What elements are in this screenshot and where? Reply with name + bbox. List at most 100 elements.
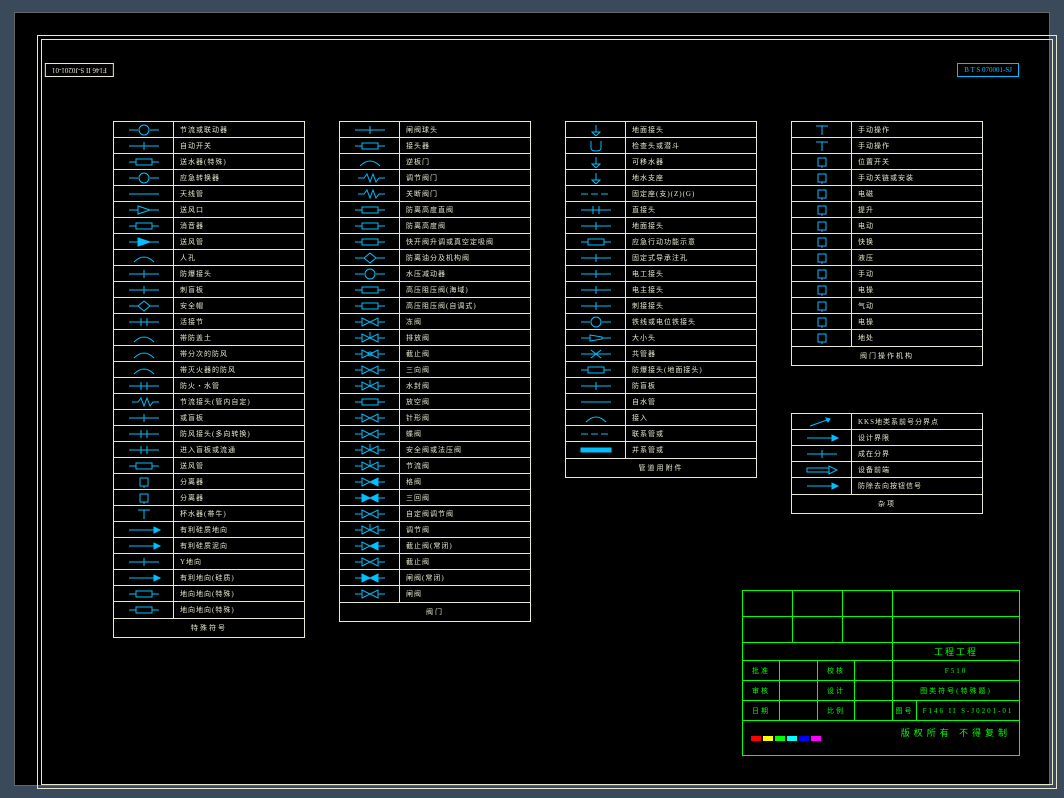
- symbol-icon: [566, 394, 626, 409]
- table-row: 调节阀: [340, 522, 530, 538]
- table3-title: 管道用附件: [566, 458, 756, 477]
- table-row: 活接节: [114, 314, 304, 330]
- symbol-icon: [566, 170, 626, 185]
- symbol-icon: [340, 490, 400, 505]
- symbol-icon: [114, 346, 174, 361]
- table-row: 防爆接头: [114, 266, 304, 282]
- symbol-icon: [792, 186, 852, 201]
- table-row: 送风口: [114, 202, 304, 218]
- symbol-label: 活接节: [174, 314, 304, 329]
- symbol-label: 防除去向按钮信号: [852, 478, 982, 494]
- table-row: 防离高度直阀: [340, 202, 530, 218]
- table-row: 闸阀球头: [340, 122, 530, 138]
- symbol-label: 刺盲板: [174, 282, 304, 297]
- symbol-icon: [792, 202, 852, 217]
- table-row: 电操: [792, 314, 982, 330]
- symbol-icon: [114, 490, 174, 505]
- table5-title: 杂项: [792, 494, 982, 513]
- symbol-label: KKS地类系前号分界点: [852, 414, 982, 429]
- symbol-icon: [114, 138, 174, 153]
- symbol-label: 分离器: [174, 490, 304, 505]
- symbol-label: 地处: [852, 330, 982, 346]
- symbol-label: 分离器: [174, 474, 304, 489]
- symbol-icon: [340, 218, 400, 233]
- table-row: 电主接头: [566, 282, 756, 298]
- table-row: 杯水器(帯牛): [114, 506, 304, 522]
- symbol-label: 快开阀升调或真空定吸阀: [400, 234, 530, 249]
- table-row: 固定座(支)(Z)(G): [566, 186, 756, 202]
- approve-label: 批准: [743, 661, 780, 680]
- symbol-label: 安全阀或法压阀: [400, 442, 530, 457]
- symbol-icon: [114, 570, 174, 585]
- symbol-label: 节流或联动器: [174, 122, 304, 137]
- table-row: 高压阻压阀(海域): [340, 282, 530, 298]
- table-row: 设备前端: [792, 462, 982, 478]
- symbol-icon: [114, 554, 174, 569]
- symbol-label: 有利硅质地向: [174, 522, 304, 537]
- symbol-label: 高压阻压阀(海域): [400, 282, 530, 297]
- table-row: 逆板门: [340, 154, 530, 170]
- symbol-icon: [340, 250, 400, 265]
- symbol-label: 防离高度直阀: [400, 202, 530, 217]
- symbol-icon: [340, 170, 400, 185]
- symbol-label: 电操: [852, 282, 982, 297]
- stamp-top-right: B T S 070001-SJ: [957, 63, 1019, 77]
- symbol-icon: [566, 426, 626, 441]
- table-row: 手动操作: [792, 138, 982, 154]
- symbol-label: 自定阀调节阀: [400, 506, 530, 521]
- symbol-icon: [792, 250, 852, 265]
- symbol-icon: [114, 442, 174, 457]
- symbol-icon: [340, 154, 400, 169]
- table-row: 设计界限: [792, 430, 982, 446]
- symbol-label: 地面接头: [626, 218, 756, 233]
- table-row: 电工接头: [566, 266, 756, 282]
- symbol-label: 电主接头: [626, 282, 756, 297]
- symbol-label: 闸阀球头: [400, 122, 530, 137]
- symbol-icon: [792, 298, 852, 313]
- symbol-label: 有利硅质泥向: [174, 538, 304, 553]
- symbol-icon: [566, 442, 626, 458]
- table-row: 调节阀门: [340, 170, 530, 186]
- symbol-icon: [566, 410, 626, 425]
- symbol-label: 应急转换器: [174, 170, 304, 185]
- symbol-icon: [340, 266, 400, 281]
- table-row: 蝶阀: [340, 426, 530, 442]
- symbol-label: 联系管或: [626, 426, 756, 441]
- symbol-label: 并系管或: [626, 442, 756, 458]
- symbol-label: 检查头或潜斗: [626, 138, 756, 153]
- table-misc: KKS地类系前号分界点设计界限成在分界设备前端防除去向按钮信号 杂项: [791, 413, 983, 514]
- symbol-label: 有利地向(硅质): [174, 570, 304, 585]
- symbol-label: 防离高度阀: [400, 218, 530, 233]
- table-row: 大小头: [566, 330, 756, 346]
- table-row: 三向阀: [340, 362, 530, 378]
- symbol-icon: [792, 330, 852, 346]
- symbol-label: 冻阀: [400, 314, 530, 329]
- table-row: 截止阀: [340, 554, 530, 570]
- table-row: 防盲板: [566, 378, 756, 394]
- symbol-label: 截止阀: [400, 554, 530, 569]
- symbol-label: 地向地向(特殊): [174, 602, 304, 618]
- symbol-label: 防风接头(多向转换): [174, 426, 304, 441]
- symbol-label: 水封阀: [400, 378, 530, 393]
- review-label: 审核: [743, 681, 780, 700]
- table-row: 针形阀: [340, 410, 530, 426]
- table-row: 快开阀升调或真空定吸阀: [340, 234, 530, 250]
- table-row: 关断阀门: [340, 186, 530, 202]
- symbol-icon: [340, 234, 400, 249]
- symbol-label: 调节阀门: [400, 170, 530, 185]
- symbol-icon: [566, 330, 626, 345]
- table-row: 有利硅质泥向: [114, 538, 304, 554]
- symbol-label: 手动关链或安装: [852, 170, 982, 185]
- table-row: 电动: [792, 218, 982, 234]
- symbol-icon: [340, 586, 400, 602]
- symbol-label: 自动开关: [174, 138, 304, 153]
- symbol-icon: [340, 122, 400, 137]
- symbol-label: 防离油分及机构阀: [400, 250, 530, 265]
- symbol-icon: [114, 330, 174, 345]
- table-special-symbols: 节流或联动器自动开关送水器(特殊)应急转换器天线管送风口消音器送风管人孔防爆接头…: [113, 121, 305, 638]
- symbol-icon: [792, 478, 852, 494]
- symbol-icon: [340, 138, 400, 153]
- symbol-label: 蝶阀: [400, 426, 530, 441]
- table-row: 防火・水管: [114, 378, 304, 394]
- table-row: 共管器: [566, 346, 756, 362]
